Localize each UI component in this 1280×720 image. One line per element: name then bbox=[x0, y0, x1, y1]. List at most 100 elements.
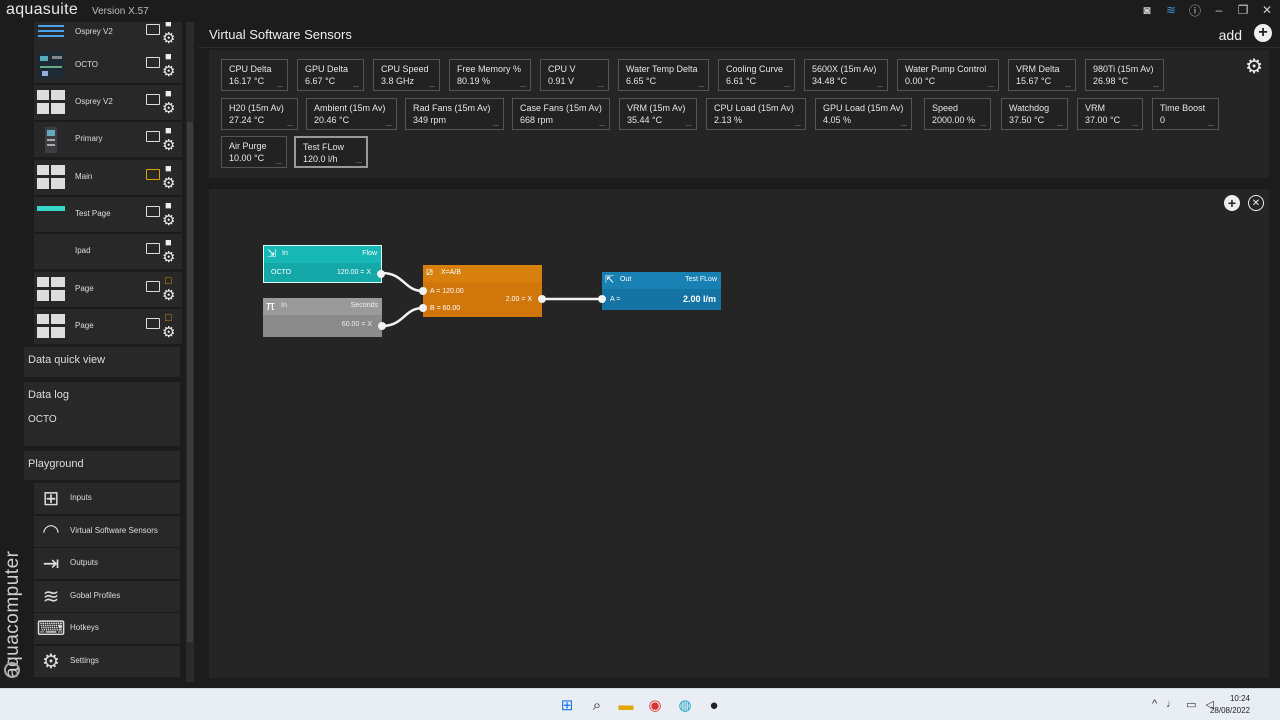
layers-icon[interactable]: ≋ bbox=[1164, 2, 1178, 18]
gear-icon[interactable]: ⚙ bbox=[162, 286, 175, 304]
restore-icon[interactable]: ❐ bbox=[1236, 2, 1250, 18]
page-item[interactable]: Ipad ■ ⚙ bbox=[34, 234, 182, 269]
more-icon[interactable]: ... bbox=[353, 82, 359, 89]
sensor-tile[interactable]: Ambient (15m Av) 20.46 °C... bbox=[306, 98, 397, 130]
more-icon[interactable]: ... bbox=[1065, 82, 1071, 89]
more-icon[interactable]: ... bbox=[901, 121, 907, 128]
monitor-icon[interactable] bbox=[146, 281, 160, 292]
close-icon[interactable]: ✕ bbox=[1260, 2, 1274, 18]
playground-header[interactable]: Playground bbox=[24, 451, 180, 480]
sensor-tile[interactable]: Speed 2000.00 %... bbox=[924, 98, 991, 130]
gear-icon[interactable]: ⚙ bbox=[162, 99, 175, 117]
more-icon[interactable]: ... bbox=[520, 82, 526, 89]
monitor-icon[interactable] bbox=[146, 94, 160, 105]
page-item[interactable]: Primary ■ ⚙ bbox=[34, 122, 182, 157]
more-icon[interactable]: ... bbox=[598, 82, 604, 89]
more-icon[interactable]: ... bbox=[277, 82, 283, 89]
search-icon[interactable]: ⌕ bbox=[587, 695, 607, 715]
more-icon[interactable]: ... bbox=[493, 121, 499, 128]
nav-item-inputs[interactable]: ⊞ Inputs bbox=[34, 483, 180, 514]
obs-icon[interactable]: ● bbox=[704, 695, 724, 715]
aquasuite-icon[interactable]: ◍ bbox=[675, 695, 695, 715]
sensor-tile[interactable]: 5600X (15m Av) 34.48 °C... bbox=[804, 59, 888, 91]
more-icon[interactable]: ... bbox=[1153, 82, 1159, 89]
page-item[interactable]: Osprey V2 ■ ⚙ bbox=[34, 22, 182, 50]
output-port[interactable] bbox=[538, 295, 546, 303]
start-icon[interactable]: ⊞ bbox=[557, 695, 577, 715]
more-icon[interactable]: ... bbox=[276, 159, 282, 166]
output-port[interactable] bbox=[378, 322, 386, 330]
sensor-tile[interactable]: 980Ti (15m Av) 26.98 °C... bbox=[1085, 59, 1164, 91]
sensor-tile[interactable]: H20 (15m Av) 27.24 °C... bbox=[221, 98, 298, 130]
sensor-tile[interactable]: CPU V 0.91 V... bbox=[540, 59, 609, 91]
more-icon[interactable]: ... bbox=[429, 82, 435, 89]
more-icon[interactable]: ... bbox=[686, 121, 692, 128]
add-plus-icon[interactable]: + bbox=[1254, 24, 1272, 42]
monitor-icon[interactable] bbox=[146, 131, 160, 142]
gear-icon[interactable]: ⚙ bbox=[162, 62, 175, 80]
more-icon[interactable]: ... bbox=[877, 82, 883, 89]
more-icon[interactable]: ... bbox=[356, 158, 362, 165]
clear-canvas-icon[interactable]: ✕ bbox=[1248, 195, 1264, 211]
sensor-tile[interactable]: Test FLow 120.0 l/h... bbox=[294, 136, 368, 168]
sidebar-scroll-thumb[interactable] bbox=[187, 122, 193, 642]
monitor-icon[interactable] bbox=[146, 243, 160, 254]
more-icon[interactable]: ... bbox=[1208, 121, 1214, 128]
monitor-icon[interactable] bbox=[146, 169, 160, 180]
node-formula-divide[interactable]: ⧄ X=A/B A = 120.00 B = 60.00 2.00 = X bbox=[419, 265, 546, 317]
file-explorer-icon[interactable]: ▬ bbox=[616, 695, 636, 715]
tray-chevron-icon[interactable]: ^ bbox=[1152, 698, 1157, 711]
sensor-tile[interactable]: Time Boost 0... bbox=[1152, 98, 1219, 130]
more-icon[interactable]: ... bbox=[599, 121, 605, 128]
data-quick-view-item[interactable]: Data quick view bbox=[24, 347, 180, 377]
input-port-a[interactable] bbox=[598, 295, 606, 303]
sensor-tile[interactable]: Free Memory % 80.19 %... bbox=[449, 59, 531, 91]
gear-icon[interactable]: ⚙ bbox=[162, 174, 175, 192]
node-output-test-flow[interactable]: ⇱ Out Test FLow A = 2.00 l/m bbox=[598, 272, 721, 310]
chrome-icon[interactable]: ◉ bbox=[645, 695, 665, 715]
more-icon[interactable]: ... bbox=[1132, 121, 1138, 128]
sensor-tile[interactable]: VRM 37.00 °C... bbox=[1077, 98, 1143, 130]
clock[interactable]: 10:24 28/08/2022 bbox=[1210, 693, 1250, 717]
octo-log-item[interactable]: OCTO bbox=[24, 411, 180, 446]
sidebar-scrollbar[interactable] bbox=[186, 22, 194, 682]
monitor-icon[interactable] bbox=[146, 318, 160, 329]
nav-item-virtual-software-sensors[interactable]: ◠ Virtual Software Sensors bbox=[34, 516, 180, 547]
sensor-tile[interactable]: Water Temp Delta 6.65 °C... bbox=[618, 59, 709, 91]
sensor-tile[interactable]: Rad Fans (15m Av) 349 rpm... bbox=[405, 98, 504, 130]
camera-icon[interactable]: ◙ bbox=[1140, 2, 1154, 18]
page-item[interactable]: Page □ ⚙ bbox=[34, 309, 182, 344]
gear-icon[interactable]: ⚙ bbox=[162, 211, 175, 229]
microphone-icon[interactable]: ♩ bbox=[1166, 698, 1177, 711]
gear-icon[interactable]: ⚙ bbox=[162, 136, 175, 154]
sensor-tile[interactable]: Water Pump Control 0.00 °C... bbox=[897, 59, 999, 91]
sensor-tile[interactable]: CPU Speed 3.8 GHz... bbox=[373, 59, 440, 91]
page-item[interactable]: Test Page ■ ⚙ bbox=[34, 197, 182, 232]
data-log-item[interactable]: Data log bbox=[24, 382, 180, 411]
monitor-icon[interactable] bbox=[146, 57, 160, 68]
sensor-tile[interactable]: GPU Delta 6.67 °C... bbox=[297, 59, 364, 91]
monitor-icon[interactable] bbox=[146, 24, 160, 35]
add-label[interactable]: add bbox=[1219, 27, 1242, 43]
sensor-tile[interactable]: CPU Load (15m Av) 2.13 %... bbox=[706, 98, 806, 130]
minimize-icon[interactable]: – bbox=[1212, 2, 1226, 18]
input-port-b[interactable] bbox=[419, 304, 427, 312]
gear-icon[interactable]: ⚙ bbox=[1245, 54, 1263, 79]
sensor-tile[interactable]: Watchdog 37.50 °C... bbox=[1001, 98, 1068, 130]
gear-icon[interactable]: ⚙ bbox=[162, 248, 175, 266]
page-item[interactable]: Osprey V2 ■ ⚙ bbox=[34, 85, 182, 120]
more-icon[interactable]: ... bbox=[386, 121, 392, 128]
gear-icon[interactable]: ⚙ bbox=[162, 323, 175, 341]
sensor-tile[interactable]: Case Fans (15m Av) 668 rpm... bbox=[512, 98, 610, 130]
nav-item-settings[interactable]: ⚙ Settings bbox=[34, 646, 180, 677]
nav-item-hotkeys[interactable]: ⌨ Hotkeys bbox=[34, 613, 180, 644]
sensor-tile[interactable]: Air Purge 10.00 °C... bbox=[221, 136, 287, 168]
page-item[interactable]: Main ■ ⚙ bbox=[34, 160, 182, 195]
nav-item-outputs[interactable]: ⇥ Outputs bbox=[34, 548, 180, 579]
sensor-tile[interactable]: VRM (15m Av) 35.44 °C... bbox=[619, 98, 697, 130]
sensor-tile[interactable]: CPU Delta 16.17 °C... bbox=[221, 59, 288, 91]
more-icon[interactable]: ... bbox=[1057, 121, 1063, 128]
more-icon[interactable]: ... bbox=[784, 82, 790, 89]
more-icon[interactable]: ... bbox=[795, 121, 801, 128]
output-port[interactable] bbox=[377, 270, 385, 278]
